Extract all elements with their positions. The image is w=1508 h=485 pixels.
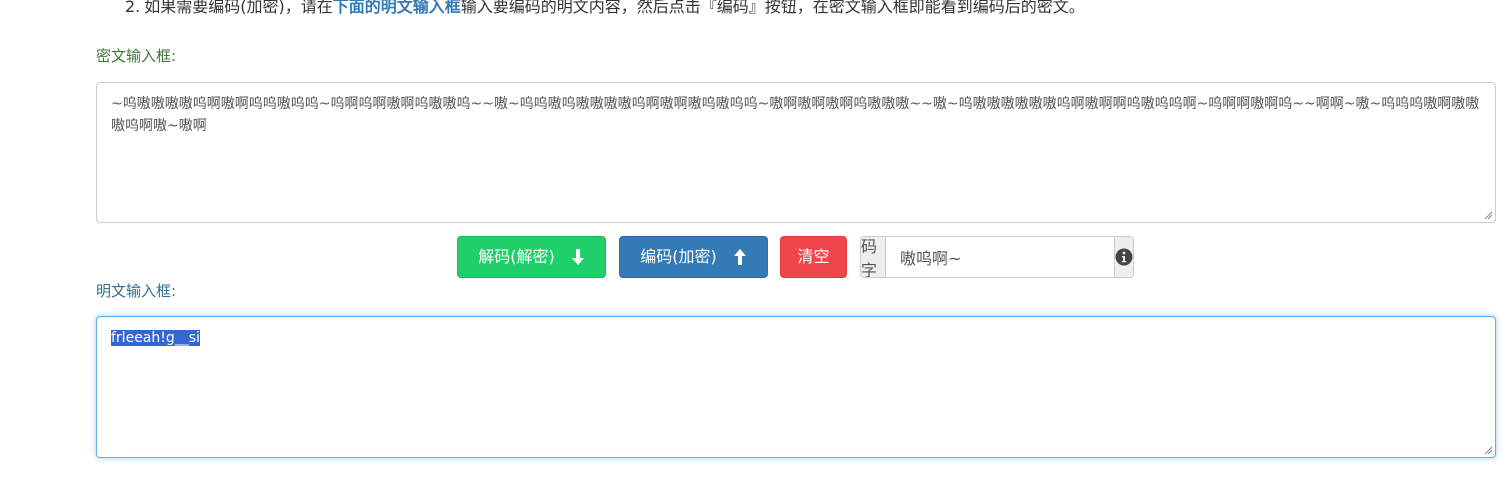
cipher-text: ~呜嗷嗷嗷嗷呜啊嗷啊呜呜嗷呜呜~呜啊呜啊嗷啊呜嗷嗷呜~~嗷~呜呜嗷呜嗷嗷嗷嗷呜啊… [111, 96, 1480, 134]
plain-textarea[interactable]: frleeah!g__si [96, 316, 1496, 458]
encoder-page: 2. 如果需要编码(加密)，请在下面的明文输入框输入要编码的明文内容，然后点击『编… [0, 0, 1508, 485]
instruction-text-before: 如果需要编码(加密)，请在 [144, 0, 333, 16]
plain-text: frleeah!g__si [111, 330, 200, 346]
cipher-label: 密文输入框: [96, 47, 177, 65]
encode-button[interactable]: 编码(加密) [619, 236, 768, 278]
arrow-up-icon [733, 249, 747, 265]
instruction-step-2: 2. 如果需要编码(加密)，请在下面的明文输入框输入要编码的明文内容，然后点击『编… [125, 0, 1085, 18]
decode-button[interactable]: 解码(解密) [457, 236, 606, 278]
cipher-textarea[interactable]: ~呜嗷嗷嗷嗷呜啊嗷啊呜呜嗷呜呜~呜啊呜啊嗷啊呜嗷嗷呜~~嗷~呜呜嗷呜嗷嗷嗷嗷呜啊… [96, 82, 1496, 223]
clear-button[interactable]: 清空 [780, 236, 847, 278]
arrow-down-icon [571, 249, 585, 265]
plain-label: 明文输入框: [96, 282, 177, 300]
info-circle-icon [1115, 248, 1133, 266]
resize-grip-icon[interactable] [1484, 211, 1493, 220]
charset-input-group: 编码字符 [860, 236, 1134, 278]
encode-button-label: 编码(加密) [640, 247, 717, 266]
step-number: 2. [125, 0, 141, 16]
instruction-highlight: 下面的明文输入框 [332, 0, 461, 16]
info-button[interactable] [1114, 237, 1133, 277]
charset-label: 编码字符 [861, 237, 886, 277]
charset-input[interactable] [886, 237, 1114, 277]
resize-grip-icon[interactable] [1484, 446, 1493, 455]
instruction-text-after: 输入要编码的明文内容，然后点击『编码』按钮，在密文输入框即能看到编码后的密文。 [460, 0, 1085, 16]
decode-button-label: 解码(解密) [478, 247, 555, 266]
